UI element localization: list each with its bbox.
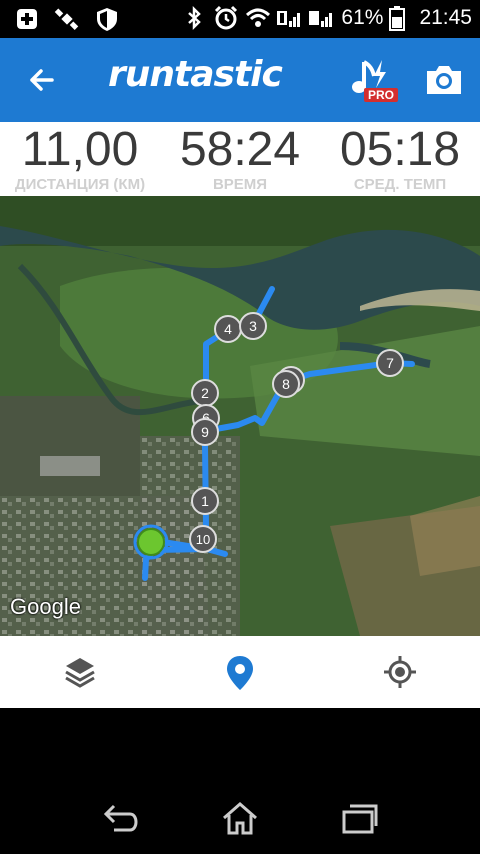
distance-value: 11,00 — [21, 123, 139, 176]
nav-home-icon[interactable] — [220, 800, 260, 836]
km-marker-label: 4 — [224, 321, 232, 337]
alarm-icon — [215, 5, 238, 30]
arrow-left-icon[interactable] — [22, 60, 62, 100]
satellite-icon — [54, 8, 79, 30]
stats-panel: 11,00 ДИСТАНЦИЯ (КМ) 58:24 ВРЕМЯ 05:18 С… — [0, 122, 480, 196]
km-marker-3[interactable]: 3 — [239, 312, 267, 340]
system-nav-bar — [0, 778, 480, 854]
km-marker-label: 3 — [249, 318, 257, 334]
stat-time: 58:24 ВРЕМЯ — [160, 122, 320, 196]
status-bar: 61% 21:45 — [0, 0, 480, 38]
gps-target-icon[interactable] — [380, 652, 420, 692]
notification-icons — [14, 6, 120, 32]
map-canvas[interactable]: 1 2 4 3 6 9 5 8 7 10 — [0, 196, 480, 636]
km-marker-label: 8 — [282, 376, 290, 392]
bluetooth-icon — [188, 5, 202, 31]
layers-icon[interactable] — [60, 652, 100, 692]
stat-distance: 11,00 ДИСТАНЦИЯ (КМ) — [0, 122, 160, 196]
signal-2-icon — [309, 11, 333, 27]
wifi-icon — [246, 8, 271, 27]
signal-1-icon — [277, 11, 301, 27]
km-marker-7[interactable]: 7 — [376, 349, 404, 377]
app-logo: runtastic — [108, 54, 283, 95]
km-marker-label: 7 — [386, 355, 394, 371]
map-pin-icon[interactable] — [220, 652, 260, 692]
pro-badge: PRO — [364, 88, 399, 102]
km-marker-9[interactable]: 9 — [191, 418, 219, 446]
pace-label: СРЕД. ТЕМП — [353, 176, 447, 193]
add-icon — [17, 9, 37, 29]
system-icons: 61% 21:45 — [181, 5, 472, 31]
km-marker-label: 10 — [196, 532, 210, 547]
km-marker-label: 2 — [201, 385, 209, 401]
km-marker-10[interactable]: 10 — [189, 525, 217, 553]
km-marker-4[interactable]: 4 — [214, 315, 242, 343]
google-attribution: Google — [10, 594, 81, 619]
app-bar: runtastic PRO — [0, 38, 480, 122]
km-marker-1[interactable]: 1 — [191, 487, 219, 515]
start-marker[interactable] — [133, 524, 169, 560]
map-toolbar — [0, 636, 480, 708]
pace-value: 05:18 — [339, 123, 461, 176]
km-marker-label: 9 — [201, 424, 209, 440]
time-value: 58:24 — [179, 123, 301, 176]
km-marker-2[interactable]: 2 — [191, 379, 219, 407]
km-marker-8[interactable]: 8 — [272, 370, 300, 398]
clock: 21:45 — [419, 6, 472, 29]
distance-label: ДИСТАНЦИЯ (КМ) — [14, 176, 146, 193]
nav-back-icon[interactable] — [100, 800, 140, 836]
camera-icon[interactable] — [424, 62, 464, 98]
time-label: ВРЕМЯ — [212, 176, 268, 193]
battery-percentage: 61% — [341, 6, 384, 29]
battery-icon — [389, 6, 406, 31]
stat-pace: 05:18 СРЕД. ТЕМП — [320, 122, 480, 196]
nav-recents-icon[interactable] — [340, 800, 380, 836]
route-map[interactable]: 1 2 4 3 6 9 5 8 7 10 Google — [0, 196, 480, 636]
km-marker-label: 1 — [201, 493, 209, 509]
shield-icon — [97, 8, 117, 31]
